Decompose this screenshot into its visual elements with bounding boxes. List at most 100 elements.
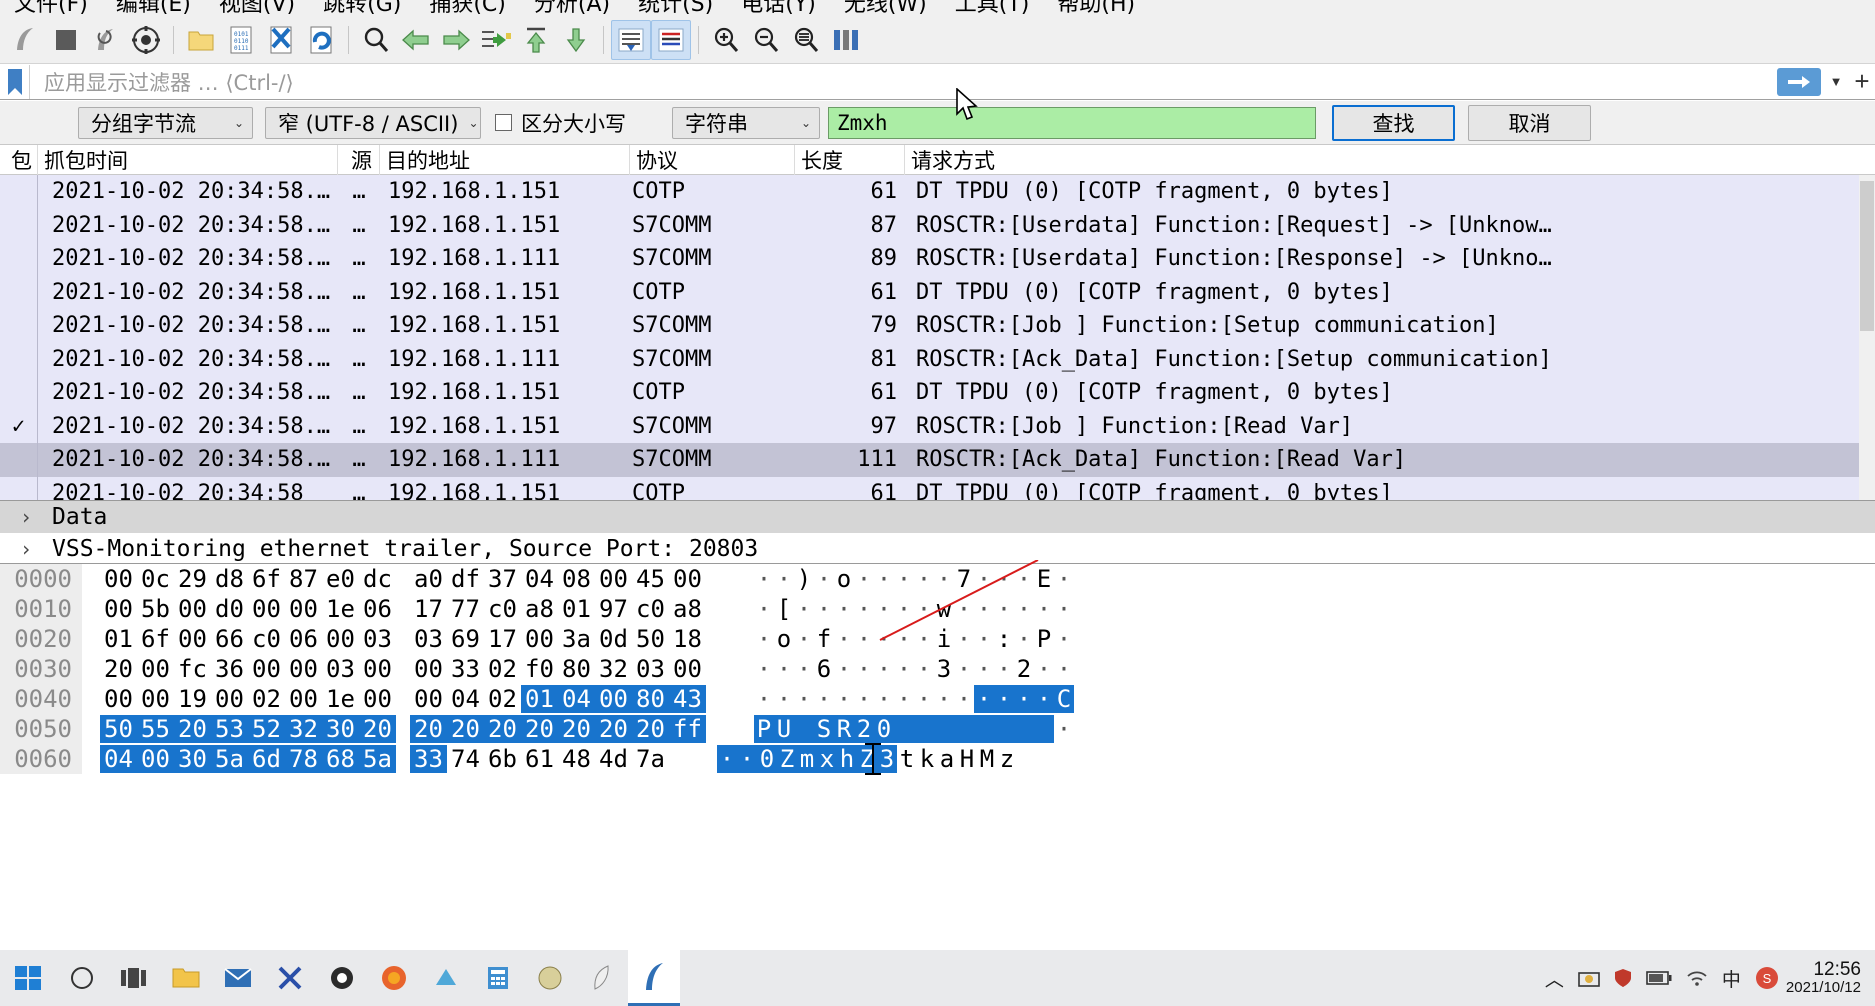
zoom-reset-icon[interactable] xyxy=(786,20,826,60)
hex-ascii-char[interactable]: · xyxy=(874,655,894,683)
hex-ascii-char[interactable]: · xyxy=(854,595,874,623)
hex-dump-row[interactable]: 0060 04 00 30 5a 6d 78 68 5a 33 74 6b 61 48 4d 7a · · 0 Zm x… xyxy=(0,744,1875,774)
hex-byte[interactable]: 20 xyxy=(447,715,484,743)
hex-ascii-char[interactable]: · xyxy=(737,745,757,773)
hex-byte[interactable]: 20 xyxy=(100,655,137,683)
hex-byte[interactable]: 03 xyxy=(359,625,396,653)
menu-item-capture[interactable]: 捕获(C) xyxy=(415,0,520,16)
hex-byte[interactable]: 6b xyxy=(484,745,521,773)
hex-ascii-char[interactable] xyxy=(894,715,914,743)
hex-byte[interactable]: a0 xyxy=(410,565,447,593)
packet-row[interactable]: ✓ 2021-10-02 20:34:58.… … 192.168.1.151 S7CO… xyxy=(0,409,1875,443)
wireshark-icon[interactable] xyxy=(628,950,680,1006)
hex-byte[interactable]: 43 xyxy=(669,685,706,713)
mail-icon[interactable] xyxy=(212,950,264,1006)
tray-security-icon[interactable] xyxy=(1607,968,1639,988)
restart-capture-icon[interactable] xyxy=(86,20,126,60)
hex-ascii-char[interactable]: · xyxy=(874,565,894,593)
hex-byte[interactable]: 01 xyxy=(521,685,558,713)
hex-byte[interactable]: 3a xyxy=(558,625,595,653)
hex-ascii-char[interactable]: · xyxy=(1054,595,1074,623)
hex-ascii-char[interactable]: · xyxy=(914,595,934,623)
zoom-in-icon[interactable] xyxy=(706,20,746,60)
zoom-out-icon[interactable] xyxy=(746,20,786,60)
hex-ascii-char[interactable]: · xyxy=(974,625,994,653)
hex-byte[interactable]: 04 xyxy=(100,745,137,773)
hex-ascii-char[interactable]: · xyxy=(794,625,814,653)
hex-byte[interactable]: 36 xyxy=(211,655,248,683)
hex-byte[interactable]: d8 xyxy=(211,565,248,593)
xmind-icon[interactable] xyxy=(264,950,316,1006)
chevron-right-icon[interactable]: › xyxy=(0,537,52,561)
hex-ascii-char[interactable]: Z xyxy=(777,745,797,773)
hex-byte[interactable]: 00 xyxy=(595,685,632,713)
filter-history-chevron-down-icon[interactable]: ▼ xyxy=(1823,65,1849,99)
feather-editor-icon[interactable] xyxy=(576,950,628,1006)
hex-ascii-char[interactable]: · xyxy=(894,595,914,623)
hex-dump-row[interactable]: 0030 20 00 fc 36 00 00 03 00 00 33 02 f0 80 32 03 00 · · · 6… xyxy=(0,654,1875,684)
hex-ascii-char[interactable]: M xyxy=(977,745,997,773)
hex-ascii-char[interactable]: · xyxy=(774,655,794,683)
hex-ascii-char[interactable]: z xyxy=(997,745,1017,773)
hex-ascii-char[interactable]: U xyxy=(774,715,794,743)
hex-byte[interactable]: 04 xyxy=(447,685,484,713)
hex-ascii-char[interactable]: · xyxy=(754,655,774,683)
hex-ascii-char[interactable]: 6 xyxy=(814,655,834,683)
hex-ascii-char[interactable]: · xyxy=(774,565,794,593)
hex-ascii-char[interactable]: · xyxy=(854,685,874,713)
hex-byte[interactable]: 74 xyxy=(447,745,484,773)
hex-byte[interactable]: 03 xyxy=(322,655,359,683)
hex-byte[interactable]: 66 xyxy=(211,625,248,653)
hex-ascii-char[interactable]: h xyxy=(837,745,857,773)
hex-ascii-char[interactable]: m xyxy=(797,745,817,773)
taskbar-clock[interactable]: 12:56 2021/10/12 xyxy=(1786,959,1867,997)
colorize-icon[interactable] xyxy=(651,19,691,60)
hex-ascii-char[interactable]: · xyxy=(814,565,834,593)
hex-ascii-char[interactable]: · xyxy=(834,685,854,713)
hex-byte[interactable]: 18 xyxy=(669,625,706,653)
hex-byte[interactable]: 33 xyxy=(410,745,447,773)
go-first-packet-icon[interactable] xyxy=(516,20,556,60)
hex-byte[interactable]: a8 xyxy=(669,595,706,623)
hex-ascii-char[interactable]: · xyxy=(874,595,894,623)
hex-ascii-char[interactable]: 2 xyxy=(1014,655,1034,683)
hex-byte[interactable]: 00 xyxy=(285,685,322,713)
column-header-destination[interactable]: 目的地址 xyxy=(380,145,630,175)
hex-ascii-char[interactable]: · xyxy=(1014,625,1034,653)
go-to-packet-icon[interactable] xyxy=(476,20,516,60)
hex-byte[interactable]: 53 xyxy=(211,715,248,743)
hex-byte[interactable]: 00 xyxy=(174,625,211,653)
menu-item-telephony[interactable]: 电话(Y) xyxy=(727,0,830,16)
packet-detail-row[interactable]: › Data xyxy=(0,501,1875,533)
hex-byte[interactable]: 5a xyxy=(211,745,248,773)
hex-ascii-char[interactable]: · xyxy=(1014,685,1034,713)
task-view-icon[interactable] xyxy=(108,950,160,1006)
hex-ascii-char[interactable]: · xyxy=(874,625,894,653)
hex-ascii-char[interactable] xyxy=(794,715,814,743)
hex-ascii-char[interactable]: · xyxy=(934,565,954,593)
hex-ascii-char[interactable]: · xyxy=(894,685,914,713)
hex-byte[interactable]: 33 xyxy=(447,655,484,683)
hex-ascii-char[interactable]: · xyxy=(894,655,914,683)
hex-byte[interactable]: c0 xyxy=(248,625,285,653)
hex-byte[interactable]: 03 xyxy=(632,655,669,683)
hex-byte[interactable]: e0 xyxy=(322,565,359,593)
hex-ascii-char[interactable]: · xyxy=(854,565,874,593)
hex-byte[interactable]: 32 xyxy=(285,715,322,743)
hex-ascii-char[interactable] xyxy=(1034,715,1054,743)
hex-ascii-char[interactable]: S xyxy=(814,715,834,743)
go-forward-icon[interactable] xyxy=(436,20,476,60)
packet-bytes-pane[interactable]: 0000 00 0c 29 d8 6f 87 e0 dc a0 df 37 04 08 00 45 00 · ·) ·… xyxy=(0,563,1875,803)
menu-item-file[interactable]: 文件(F) xyxy=(0,0,102,16)
packet-row[interactable]: 2021-10-02 20:34:58.… … 192.168.1.111 S7COM… xyxy=(0,242,1875,276)
hex-ascii-char[interactable]: · xyxy=(994,655,1014,683)
find-packet-icon[interactable] xyxy=(356,20,396,60)
hex-byte[interactable]: 6f xyxy=(248,565,285,593)
hex-byte[interactable]: 00 xyxy=(100,565,137,593)
hex-byte[interactable]: ff xyxy=(669,715,706,743)
hex-ascii-char[interactable]: · xyxy=(954,655,974,683)
hex-ascii-char[interactable]: · xyxy=(1034,595,1054,623)
hex-byte[interactable]: 30 xyxy=(322,715,359,743)
hex-byte[interactable]: 77 xyxy=(447,595,484,623)
tray-battery-icon[interactable] xyxy=(1639,970,1679,986)
